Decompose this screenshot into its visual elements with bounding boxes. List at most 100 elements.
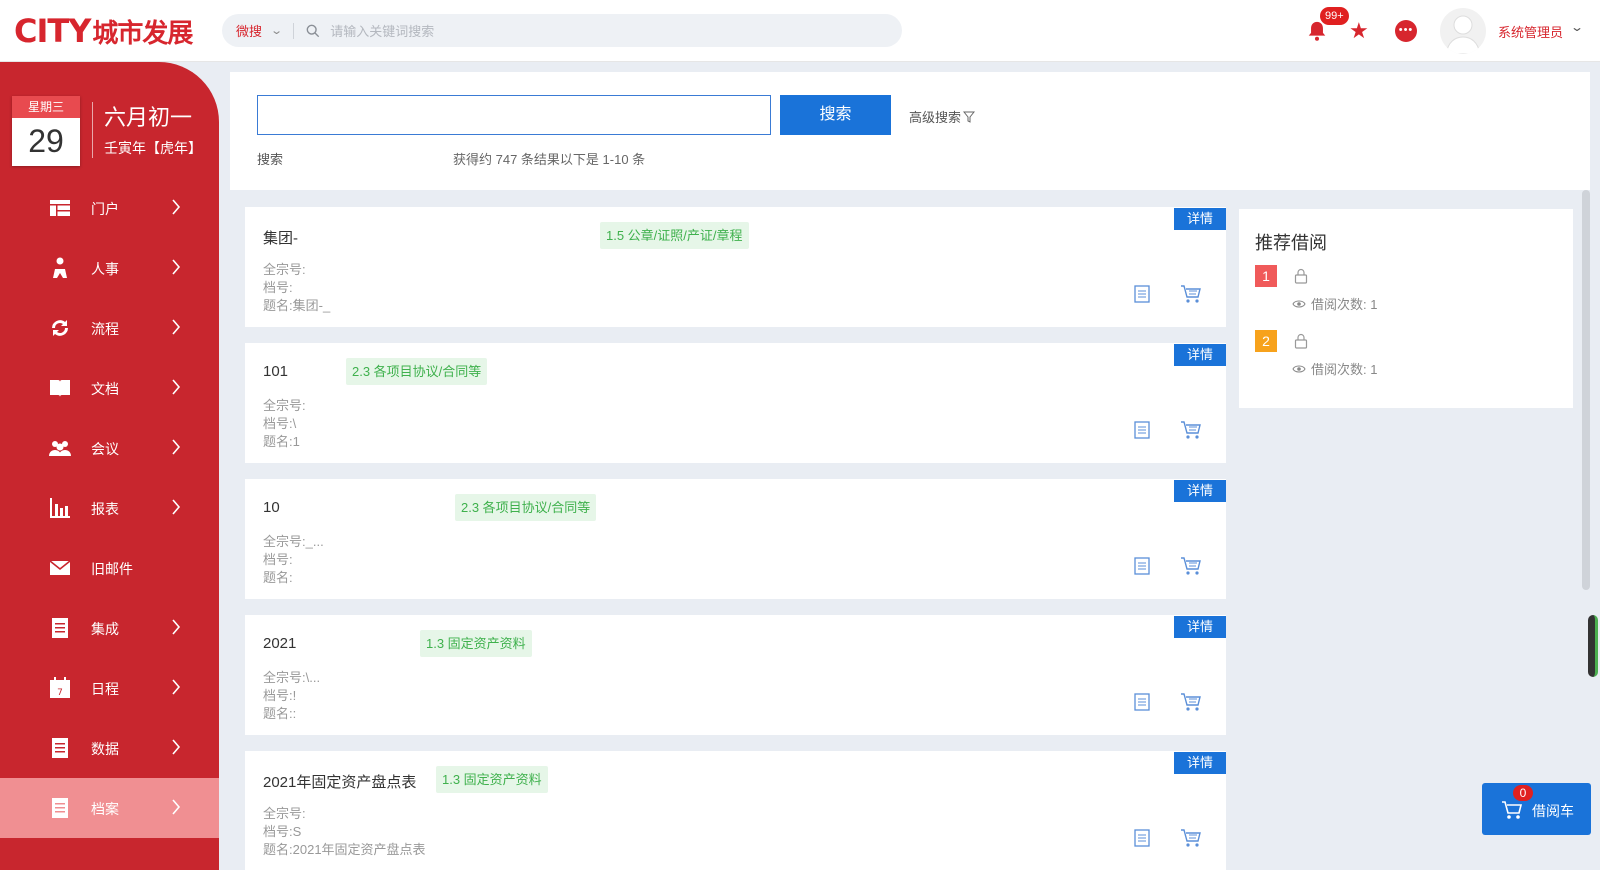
document-icon[interactable]	[1133, 285, 1151, 303]
sidebar-item-schedule[interactable]: 7 日程	[0, 658, 219, 718]
category-tag: 1.3 固定资产资料	[436, 766, 548, 793]
top-bar: CITY 城市发展 微搜 ⌄ 请输入关键词搜索 99+ ★ ••• 系统管理员 …	[0, 0, 1600, 62]
search-button[interactable]: 搜索	[780, 95, 891, 135]
sidebar-item-flow[interactable]: 流程	[0, 298, 219, 358]
borrow-count: 借阅次数: 1	[1292, 294, 1377, 313]
result-card: 详情 2021 1.3 固定资产资料 全宗号:\... 档号:! 题名::	[245, 615, 1226, 735]
document-icon[interactable]	[1133, 693, 1151, 711]
recommend-panel: 推荐借阅 1 借阅次数: 1 2 借阅次数: 1	[1239, 209, 1573, 408]
fonds-label: 全宗号:	[263, 534, 306, 549]
search-scope-select[interactable]: 微搜	[236, 21, 262, 40]
sidebar-item-archive[interactable]: 档案	[0, 778, 219, 838]
result-title[interactable]: 101	[263, 363, 288, 380]
name-value: 集团-_	[292, 298, 331, 313]
borrow-cart-button[interactable]: 0 借阅车	[1482, 783, 1591, 835]
sidebar-item-hr[interactable]: 人事	[0, 238, 219, 298]
cart-icon[interactable]	[1180, 691, 1202, 713]
file-no-label: 档号:	[263, 688, 293, 703]
chevron-right-icon	[172, 379, 181, 395]
name-label: 题名:	[263, 434, 293, 449]
sidebar-item-report[interactable]: 报表	[0, 478, 219, 538]
fonds-value: _...	[305, 534, 324, 549]
result-title[interactable]: 集团-	[263, 227, 298, 248]
avatar[interactable]	[1440, 8, 1486, 54]
calendar-icon: 7	[50, 677, 70, 698]
more-icon[interactable]: •••	[1395, 20, 1417, 42]
username[interactable]: 系统管理员	[1498, 22, 1563, 41]
file-no-value: \	[292, 416, 297, 431]
category-tag: 2.3 各项目协议/合同等	[455, 494, 597, 521]
result-title[interactable]: 2021	[263, 635, 296, 652]
portal-icon	[50, 200, 70, 216]
sidebar-item-old-mail[interactable]: 旧邮件	[0, 538, 219, 598]
chevron-right-icon	[172, 619, 181, 635]
document-icon[interactable]	[1133, 421, 1151, 439]
sidebar-item-label: 报表	[91, 501, 119, 517]
file-no-value: !	[292, 688, 297, 703]
document-icon[interactable]	[1133, 829, 1151, 847]
mail-icon	[49, 560, 71, 575]
divider	[293, 22, 295, 39]
sidebar-item-docs[interactable]: 文档	[0, 358, 219, 418]
detail-button[interactable]: 详情	[1174, 208, 1226, 230]
file-no-label: 档号:	[263, 280, 293, 295]
cart-icon[interactable]	[1180, 827, 1202, 849]
chevron-right-icon	[172, 439, 181, 455]
chevron-right-icon	[172, 259, 181, 275]
search-icon	[306, 24, 320, 37]
sidebar: 星期三 29 六月初一 壬寅年【虎年】 门户 人事 流程 文档 会议 报表 旧邮…	[0, 62, 219, 870]
detail-button[interactable]: 详情	[1174, 480, 1226, 502]
person-icon	[53, 257, 67, 278]
ganzhi-year: 壬寅年【虎年】	[104, 140, 202, 156]
document-icon[interactable]	[1133, 557, 1151, 575]
sidebar-item-label: 旧邮件	[91, 561, 133, 577]
advanced-search-link[interactable]: 高级搜索	[909, 107, 976, 126]
app-logo[interactable]: CITY 城市发展	[14, 12, 193, 50]
chevron-right-icon	[172, 499, 181, 515]
lock-icon[interactable]	[1294, 333, 1308, 349]
cart-icon[interactable]	[1180, 555, 1202, 577]
book-icon	[50, 380, 70, 397]
advanced-search-label: 高级搜索	[909, 110, 962, 125]
result-meta: 全宗号: 档号:\ 题名:1	[263, 397, 306, 451]
date-card: 星期三 29	[12, 96, 80, 166]
result-card: 详情 10 2.3 各项目协议/合同等 全宗号:_... 档号: 题名:	[245, 479, 1226, 599]
weekday: 星期三	[12, 96, 80, 118]
fonds-label: 全宗号:	[263, 670, 306, 685]
borrow-count: 借阅次数: 1	[1292, 359, 1377, 378]
sidebar-item-data[interactable]: 数据	[0, 718, 219, 778]
detail-button[interactable]: 详情	[1174, 752, 1226, 774]
lock-icon[interactable]	[1294, 268, 1308, 284]
side-drag-handle[interactable]	[1588, 615, 1598, 677]
chevron-down-icon[interactable]: ⌄	[270, 24, 283, 37]
sidebar-item-label: 数据	[91, 741, 119, 757]
result-card: 详情 101 2.3 各项目协议/合同等 全宗号: 档号:\ 题名:1	[245, 343, 1226, 463]
eye-icon	[1292, 365, 1306, 372]
global-search-input[interactable]: 请输入关键词搜索	[330, 21, 434, 40]
file-no-value: S	[292, 824, 302, 839]
eye-icon	[1292, 300, 1306, 307]
cart-icon[interactable]	[1180, 283, 1202, 305]
sidebar-item-label: 日程	[91, 681, 119, 697]
logo-en: CITY	[14, 12, 91, 50]
name-label: 题名:	[263, 570, 293, 585]
chevron-right-icon	[172, 319, 181, 335]
star-icon[interactable]: ★	[1349, 18, 1369, 44]
result-list: 详情 集团- 1.5 公章/证照/产证/章程 全宗号: 档号: 题名:集团-_ …	[245, 207, 1226, 870]
lunar-date: 六月初一	[104, 105, 193, 130]
document-icon	[52, 798, 68, 818]
scrollbar[interactable]	[1582, 190, 1590, 590]
archive-search-input[interactable]	[257, 95, 771, 135]
cart-icon[interactable]	[1180, 419, 1202, 441]
chevron-down-icon[interactable]: ⌄	[1570, 20, 1584, 34]
detail-button[interactable]: 详情	[1174, 616, 1226, 638]
result-title[interactable]: 10	[263, 499, 280, 516]
svg-text:7: 7	[57, 688, 63, 698]
sidebar-item-portal[interactable]: 门户	[0, 178, 219, 238]
global-search-bar[interactable]: 微搜 ⌄ 请输入关键词搜索	[222, 14, 902, 47]
file-no-label: 档号:	[263, 824, 293, 839]
detail-button[interactable]: 详情	[1174, 344, 1226, 366]
sidebar-item-integration[interactable]: 集成	[0, 598, 219, 658]
result-title[interactable]: 2021年固定资产盘点表	[263, 771, 416, 792]
sidebar-item-meeting[interactable]: 会议	[0, 418, 219, 478]
